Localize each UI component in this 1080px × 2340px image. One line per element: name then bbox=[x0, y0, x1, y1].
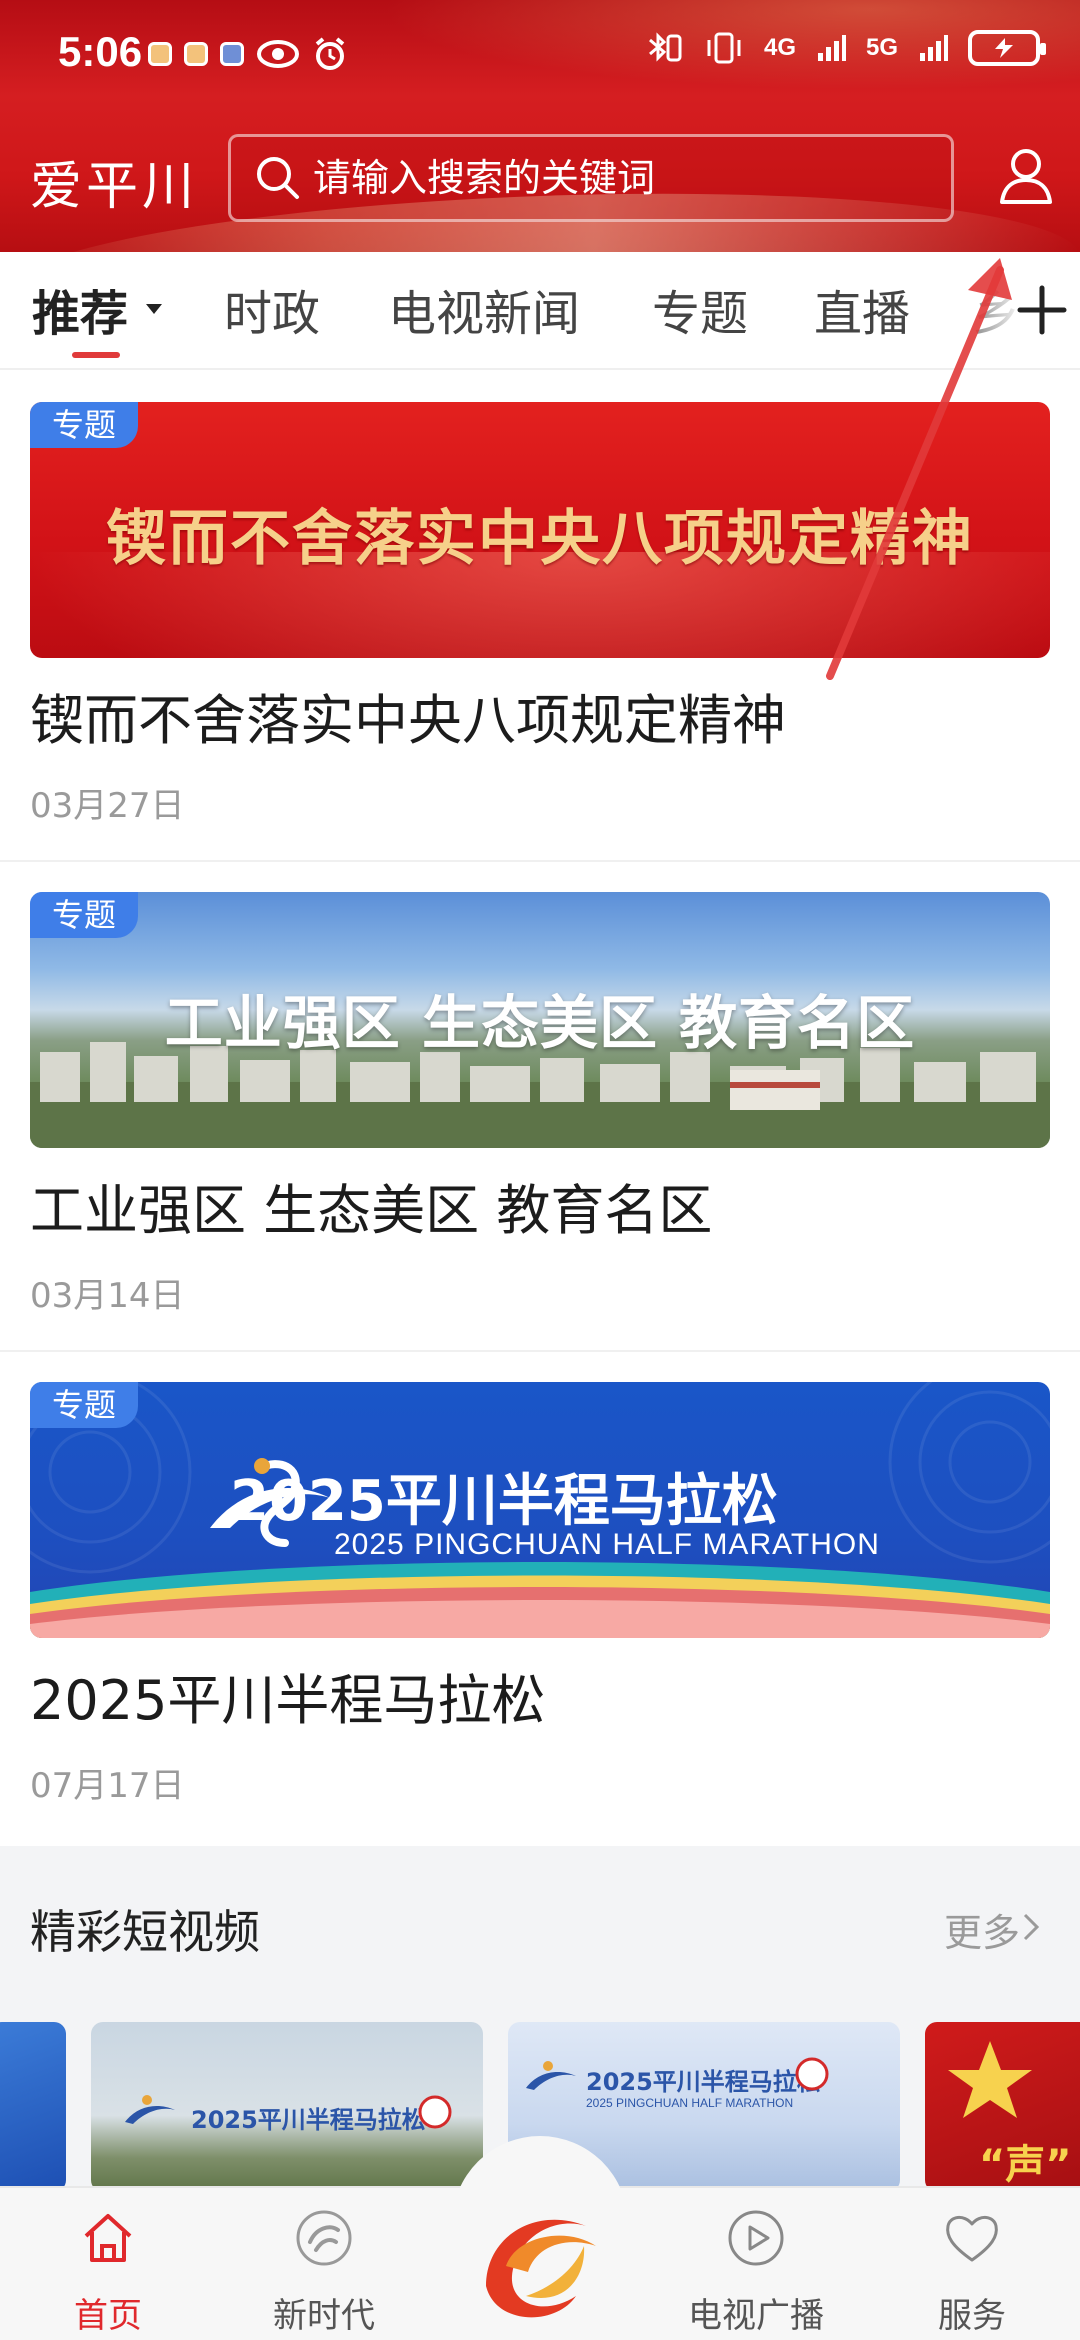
status-time: 5:06 bbox=[58, 28, 143, 75]
article-title[interactable]: 锲而不舍落实中央八项规定精神 bbox=[30, 676, 1050, 755]
play-icon bbox=[728, 2210, 784, 2266]
tab-special[interactable]: 专题 bbox=[652, 274, 748, 344]
heart-icon bbox=[946, 2216, 998, 2262]
anniversary-badge-icon bbox=[418, 2095, 452, 2129]
alarm-icon bbox=[315, 37, 345, 70]
article-title[interactable]: 工业强区 生态美区 教育名区 bbox=[30, 1166, 1050, 1245]
status-right-icons: 4G 5G bbox=[644, 30, 1046, 66]
signal-icon bbox=[920, 35, 948, 61]
battery-icon bbox=[968, 30, 1046, 66]
chevron-right-icon[interactable] bbox=[1022, 1912, 1040, 1942]
banner-text: 工业强区 生态美区 教育名区 bbox=[164, 989, 916, 1057]
article-card[interactable]: 2025平川半程马拉松 2025 PINGCHUAN HALF MARATHON… bbox=[0, 1352, 1080, 1840]
header: 5:06 4G 5G 爱平川 请输入搜索的关键词 bbox=[0, 0, 1080, 252]
video-thumbnail-label: 2025平川半程马拉松 bbox=[191, 2106, 426, 2134]
home-icon bbox=[84, 2214, 132, 2262]
notification-icons bbox=[148, 36, 348, 72]
category-tabs: 推荐 时政 电视新闻 专题 直播 乡 bbox=[0, 252, 1080, 370]
center-logo-icon[interactable] bbox=[466, 2196, 616, 2336]
article-date: 03月14日 bbox=[30, 1276, 185, 1316]
video-thumbnail-sublabel: 2025 PINGCHUAN HALF MARATHON bbox=[586, 2096, 794, 2110]
nav-label: 新时代 bbox=[273, 2296, 375, 2336]
marathon-logo-icon bbox=[526, 2061, 576, 2090]
topic-badge: 专题 bbox=[30, 402, 139, 448]
banner-subtext: 2025 PINGCHUAN HALF MARATHON bbox=[334, 1528, 880, 1561]
network-5g-label: 5G bbox=[865, 34, 898, 61]
app-notification-icon bbox=[148, 42, 172, 66]
banner-text: 2025平川半程马拉松 bbox=[230, 1469, 778, 1534]
star-icon bbox=[948, 2041, 1032, 2118]
nav-tv-radio[interactable]: 电视广播 bbox=[666, 2188, 846, 2340]
article-banner[interactable]: 工业强区 生态美区 教育名区 专题 bbox=[30, 892, 1050, 1148]
topic-badge: 专题 bbox=[30, 892, 139, 938]
signal-icon bbox=[817, 35, 846, 61]
user-icon bbox=[1000, 149, 1052, 204]
banner-text: 锲而不舍落实中央八项规定精神 bbox=[106, 504, 974, 574]
add-channel-button[interactable] bbox=[1016, 284, 1068, 336]
search-input[interactable] bbox=[313, 156, 913, 200]
nav-new-era[interactable]: 新时代 bbox=[234, 2188, 414, 2340]
search-icon bbox=[243, 153, 313, 203]
article-date: 07月17日 bbox=[30, 1766, 185, 1806]
user-profile-button[interactable] bbox=[998, 146, 1054, 206]
nav-home[interactable]: 首页 bbox=[18, 2188, 198, 2340]
article-banner[interactable]: 2025平川半程马拉松 2025 PINGCHUAN HALF MARATHON… bbox=[30, 1382, 1050, 1638]
active-tab-indicator bbox=[72, 352, 120, 358]
anniversary-badge-icon bbox=[795, 2057, 829, 2091]
tab-tv-news[interactable]: 电视新闻 bbox=[388, 274, 580, 344]
tab-live[interactable]: 直播 bbox=[814, 274, 910, 344]
tab-politics[interactable]: 时政 bbox=[224, 274, 320, 344]
article-banner[interactable]: 锲而不舍落实中央八项规定精神 专题 bbox=[30, 402, 1050, 658]
nav-services[interactable]: 服务 bbox=[882, 2188, 1062, 2340]
wave-stripes bbox=[30, 1562, 1050, 1638]
nav-label: 首页 bbox=[74, 2296, 142, 2336]
short-video-section: 精彩短视频 更多 2025平川半程马拉松 2025平川半程马拉松 2025 PI… bbox=[0, 1846, 1080, 2192]
network-4g-label: 4G bbox=[763, 34, 796, 61]
bluetooth-icon bbox=[648, 32, 682, 62]
video-thumbnail-label: “声” bbox=[979, 2142, 1072, 2188]
video-thumbnail[interactable]: “声” bbox=[925, 2022, 1080, 2192]
nav-label: 服务 bbox=[938, 2296, 1006, 2336]
video-thumbnail[interactable] bbox=[0, 2022, 66, 2192]
video-thumbnail[interactable]: 2025平川半程马拉松 bbox=[91, 2022, 483, 2192]
plus-icon bbox=[1017, 285, 1067, 335]
nav-label: 电视广播 bbox=[688, 2296, 824, 2336]
more-link[interactable]: 更多 bbox=[944, 1902, 1020, 1957]
topic-badge: 专题 bbox=[30, 1382, 139, 1428]
eye-icon bbox=[257, 40, 299, 68]
search-box[interactable] bbox=[228, 134, 954, 222]
app-title: 爱平川 bbox=[30, 157, 199, 217]
chevron-down-icon[interactable] bbox=[146, 304, 162, 314]
article-card[interactable]: 锲而不舍落实中央八项规定精神 专题 锲而不舍落实中央八项规定精神 03月27日 bbox=[0, 372, 1080, 860]
article-title[interactable]: 2025平川半程马拉松 bbox=[30, 1656, 1050, 1735]
vibrate-icon bbox=[707, 32, 741, 64]
section-title: 精彩短视频 bbox=[30, 1905, 260, 1959]
app-notification-icon bbox=[184, 42, 208, 66]
video-thumbnail-label: 2025平川半程马拉松 bbox=[586, 2068, 821, 2096]
status-bar: 5:06 4G 5G bbox=[0, 0, 1080, 108]
article-date: 03月27日 bbox=[30, 786, 185, 826]
tab-recommend[interactable]: 推荐 bbox=[32, 274, 128, 344]
app-notification-icon bbox=[220, 42, 244, 66]
article-card[interactable]: 工业强区 生态美区 教育名区 专题 工业强区 生态美区 教育名区 03月14日 bbox=[0, 862, 1080, 1350]
marathon-logo-icon bbox=[125, 2095, 175, 2124]
new-era-icon bbox=[296, 2210, 352, 2266]
